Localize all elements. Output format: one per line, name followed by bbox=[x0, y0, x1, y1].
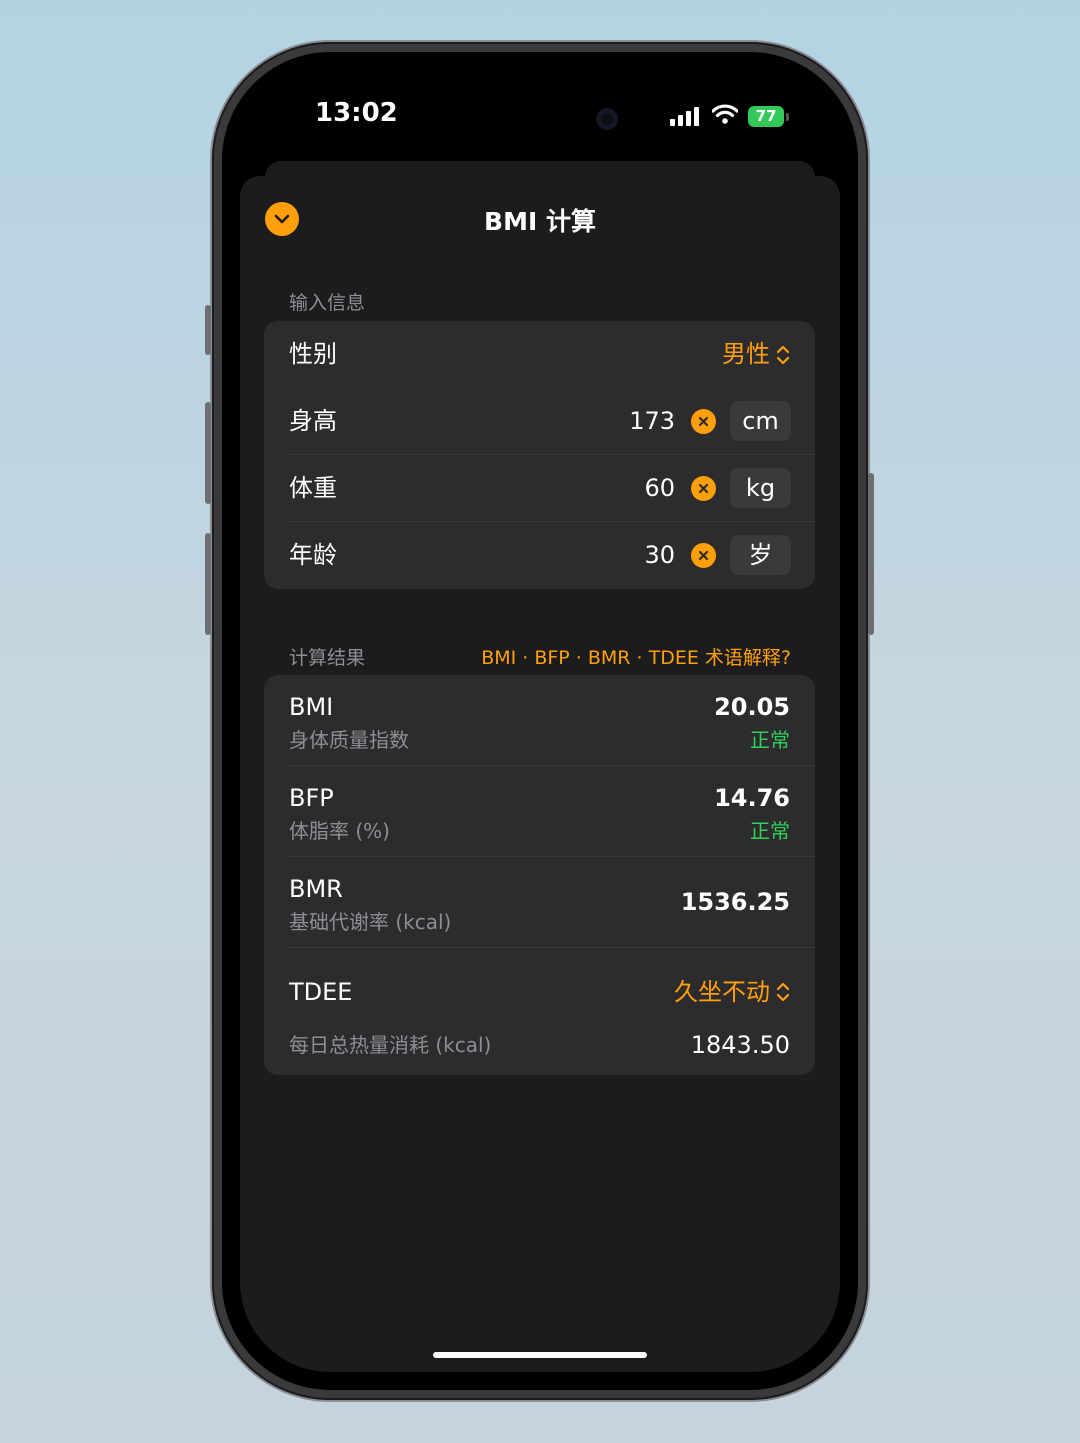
screen: 13:02 77 BMI 计算 输入信息 性别 男性 身高 173 cm 体重 … bbox=[240, 70, 840, 1372]
tdee-value: 1843.50 bbox=[690, 1031, 790, 1059]
bmi-name: BMI bbox=[289, 693, 334, 721]
terms-help-link[interactable]: BMI · BFP · BMR · TDEE 术语解释? bbox=[481, 643, 791, 670]
bmi-description: 身体质量指数 bbox=[289, 728, 409, 752]
close-icon bbox=[698, 483, 709, 494]
clear-weight-button[interactable] bbox=[691, 476, 716, 501]
input-card: 性别 男性 身高 173 cm 体重 60 kg 年龄 30 岁 bbox=[264, 321, 815, 589]
bfp-row: BFP 体脂率 (%) 14.76 正常 bbox=[264, 766, 815, 857]
volume-up-button bbox=[205, 402, 211, 504]
bfp-description: 体脂率 (%) bbox=[289, 819, 390, 843]
tdee-row: TDEE 久坐不动 每日总热量消耗 (kcal) 1843.50 bbox=[264, 948, 815, 1075]
close-icon bbox=[698, 550, 709, 561]
activity-level-value: 久坐不动 bbox=[674, 978, 770, 1006]
weight-unit: kg bbox=[730, 468, 791, 508]
gender-row: 性别 男性 bbox=[264, 321, 815, 388]
weight-label: 体重 bbox=[289, 474, 337, 502]
volume-down-button bbox=[205, 533, 211, 635]
close-icon bbox=[698, 416, 709, 427]
age-label: 年龄 bbox=[289, 541, 337, 569]
sheet-title: BMI 计算 bbox=[484, 207, 596, 236]
chevron-up-down-icon bbox=[776, 982, 790, 1002]
tdee-name: TDEE bbox=[289, 978, 353, 1006]
gender-picker[interactable]: 男性 bbox=[722, 321, 790, 388]
bmr-description: 基础代谢率 (kcal) bbox=[289, 910, 452, 934]
cellular-signal-icon bbox=[670, 106, 702, 126]
weight-row: 体重 60 kg bbox=[264, 455, 815, 522]
battery-cap bbox=[786, 113, 789, 121]
result-card: BMI 身体质量指数 20.05 正常 BFP 体脂率 (%) 14.76 正常… bbox=[264, 675, 815, 1075]
gender-label: 性别 bbox=[289, 340, 337, 368]
gender-value: 男性 bbox=[722, 340, 770, 368]
home-indicator[interactable] bbox=[433, 1352, 647, 1358]
action-button bbox=[205, 305, 211, 355]
bfp-status: 正常 bbox=[750, 819, 790, 843]
bmi-sheet: BMI 计算 输入信息 性别 男性 身高 173 cm 体重 60 kg 年龄 … bbox=[240, 176, 840, 1372]
age-unit: 岁 bbox=[730, 535, 791, 575]
clear-age-button[interactable] bbox=[691, 543, 716, 568]
front-camera bbox=[596, 108, 618, 130]
bmi-row: BMI 身体质量指数 20.05 正常 bbox=[264, 675, 815, 766]
bfp-value: 14.76 bbox=[714, 784, 790, 812]
bmr-row: BMR 基础代谢率 (kcal) 1536.25 bbox=[264, 857, 815, 948]
power-button bbox=[868, 473, 874, 635]
activity-level-picker[interactable]: 久坐不动 bbox=[674, 948, 790, 1036]
input-section-label: 输入信息 bbox=[289, 292, 366, 314]
weight-input[interactable]: 60 bbox=[644, 455, 675, 522]
result-section-label: 计算结果 bbox=[289, 647, 366, 669]
clear-height-button[interactable] bbox=[691, 409, 716, 434]
bmr-value: 1536.25 bbox=[680, 888, 790, 916]
bmi-value: 20.05 bbox=[714, 693, 790, 721]
battery-level: 77 bbox=[755, 107, 777, 125]
status-time: 13:02 bbox=[315, 98, 398, 128]
bfp-name: BFP bbox=[289, 784, 334, 812]
age-row: 年龄 30 岁 bbox=[264, 522, 815, 589]
tdee-description: 每日总热量消耗 (kcal) bbox=[289, 1033, 492, 1057]
height-input[interactable]: 173 bbox=[629, 388, 675, 455]
battery-icon: 77 bbox=[748, 106, 784, 127]
bmr-name: BMR bbox=[289, 875, 343, 903]
chevron-up-down-icon bbox=[776, 345, 790, 364]
height-row: 身高 173 cm bbox=[264, 388, 815, 455]
height-label: 身高 bbox=[289, 407, 337, 435]
bmi-status: 正常 bbox=[750, 728, 790, 752]
age-input[interactable]: 30 bbox=[644, 522, 675, 589]
wifi-icon bbox=[712, 104, 738, 124]
height-unit: cm bbox=[730, 401, 791, 441]
